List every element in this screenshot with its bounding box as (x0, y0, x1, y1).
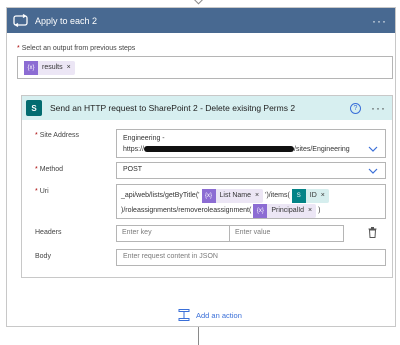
chevron-down-icon[interactable] (368, 146, 378, 152)
flow-connector-bottom (198, 327, 199, 345)
sharepoint-icon: S (26, 100, 42, 116)
remove-token-icon[interactable]: × (67, 64, 71, 71)
apply-to-each-card: Apply to each 2 ··· * Select an output f… (6, 7, 396, 327)
http-request-card: S Send an HTTP request to SharePoint 2 -… (21, 95, 393, 278)
add-an-action-button[interactable]: Add an action (178, 309, 242, 321)
flow-connector-top (193, 0, 204, 5)
help-icon[interactable]: ? (350, 102, 361, 114)
site-address-field[interactable]: Engineering - https:///sites/Engineering (116, 129, 386, 158)
body-label: Body (35, 253, 51, 260)
ellipsis-icon[interactable]: ··· (372, 15, 387, 27)
principal-id-token[interactable]: {x} PrincipalId × (253, 203, 317, 218)
prev-steps-input[interactable]: {x} results × (17, 56, 393, 79)
method-label: * Method (35, 166, 64, 173)
apply-to-each-title: Apply to each 2 (35, 15, 98, 26)
loop-icon (12, 12, 29, 29)
headers-row: Enter key Enter value (116, 225, 344, 242)
header-key-input[interactable]: Enter key (116, 225, 230, 242)
site-address-line2: https:///sites/Engineering (123, 146, 350, 153)
uri-field[interactable]: _api/web/lists/getByTitle(' {x} List Nam… (116, 184, 386, 219)
add-action-icon (178, 309, 190, 321)
redaction-bar (144, 146, 295, 153)
remove-token-icon[interactable]: × (321, 192, 325, 199)
header-value-input[interactable]: Enter value (230, 225, 344, 242)
variable-icon: {x} (201, 188, 216, 203)
id-token[interactable]: S ID × (291, 188, 329, 203)
variable-icon: {x} (253, 203, 268, 218)
chevron-down-icon[interactable] (368, 168, 378, 174)
headers-label: Headers (35, 229, 62, 236)
ellipsis-icon[interactable]: ··· (371, 102, 386, 114)
list-name-token[interactable]: {x} List Name × (201, 188, 264, 203)
method-select[interactable]: POST (116, 162, 386, 179)
apply-to-each-header[interactable]: Apply to each 2 ··· (7, 8, 395, 33)
variable-icon: {x} (24, 60, 38, 75)
sharepoint-icon: S (291, 188, 306, 203)
results-token[interactable]: {x} results × (24, 60, 75, 75)
prev-steps-label: * Select an output from previous steps (17, 45, 136, 52)
http-request-header[interactable]: S Send an HTTP request to SharePoint 2 -… (22, 96, 392, 120)
body-input[interactable]: Enter request content in JSON (116, 249, 386, 266)
http-request-title: Send an HTTP request to SharePoint 2 - D… (50, 103, 296, 113)
site-address-line1: Engineering - (123, 135, 165, 142)
trash-icon[interactable] (368, 227, 377, 238)
uri-label: * Uri (35, 188, 49, 195)
remove-token-icon[interactable]: × (308, 207, 312, 214)
remove-token-icon[interactable]: × (255, 192, 259, 199)
site-address-label: * Site Address (35, 132, 79, 139)
